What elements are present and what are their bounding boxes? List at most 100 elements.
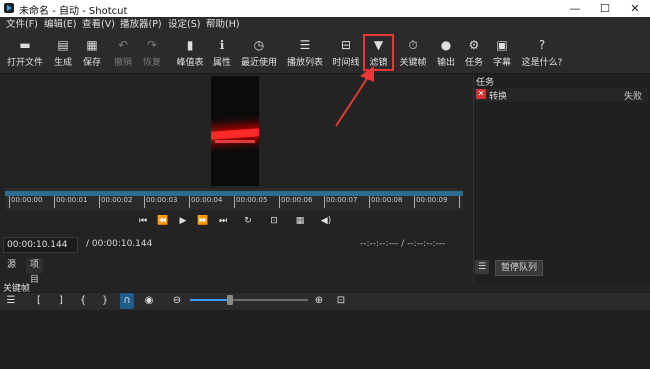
tab-project[interactable]: 项目 <box>26 258 44 285</box>
jobs-menu-button[interactable]: ☰ <box>475 260 489 274</box>
title-bar: 未命名 - 自动 - Shotcut — ☐ ✕ <box>0 0 650 17</box>
redo-icon: ↷ <box>146 38 158 52</box>
recent-label: 最近使用 <box>240 58 277 68</box>
tick-label: 00:00:09 <box>416 196 448 204</box>
shotcut-app-icon <box>4 3 14 13</box>
rewind-icon[interactable]: ⏪ <box>155 212 171 230</box>
keyframes-button[interactable]: ⏱ 关键帧 <box>396 33 430 73</box>
stopwatch-icon: ⏱ <box>408 38 418 52</box>
open-file-button[interactable]: ▬ 打开文件 <box>5 33 45 73</box>
undo-button[interactable]: ↶ 撤销 <box>110 33 136 73</box>
info-icon: ℹ <box>219 38 225 52</box>
video-preview <box>211 76 259 186</box>
window-title: 未命名 - 自动 - Shotcut <box>19 6 128 17</box>
timeline-label: 时间线 <box>332 58 360 68</box>
jobs-button[interactable]: ⚙ 任务 <box>461 33 487 73</box>
skip-previous-icon[interactable]: ⏮ <box>135 212 151 230</box>
zoom-slider[interactable] <box>190 299 308 301</box>
error-icon: ✕ <box>476 89 486 99</box>
whats-this-button[interactable]: ? 这是什么? <box>518 33 566 73</box>
keyframes-toolbar: ☰ [ ] { } ∩ ◉ ⊖ ⊕ ⊡ <box>0 292 650 310</box>
export-icon: ▤ <box>57 38 69 52</box>
menu-file[interactable]: 文件(F) <box>6 18 38 32</box>
minimize-button[interactable]: — <box>560 0 590 17</box>
tab-source[interactable]: 源 <box>3 258 20 273</box>
bracket-left-icon[interactable]: [ <box>32 293 46 309</box>
brace-right-icon[interactable]: } <box>98 293 112 309</box>
eye-scrub-icon[interactable]: ◉ <box>142 293 156 309</box>
tick-label: 00:00:06 <box>281 196 313 204</box>
whats-this-label: 这是什么? <box>521 58 563 68</box>
keyframes-label: 关键帧 <box>399 58 427 68</box>
play-icon[interactable]: ▶ <box>175 212 191 230</box>
output-label: 输出 <box>436 58 455 68</box>
peak-meter-label: 峰值表 <box>176 58 204 68</box>
export-label: 生成 <box>53 58 72 68</box>
magnet-snap-icon[interactable]: ∩ <box>120 293 134 309</box>
tick-label: 00:00:07 <box>326 196 358 204</box>
tick-label: 00:00:05 <box>236 196 268 204</box>
export-button[interactable]: ▤ 生成 <box>50 33 76 73</box>
jobs-panel <box>473 74 650 282</box>
playlist-button[interactable]: ☰ 播放列表 <box>285 33 325 73</box>
duration-text: / 00:00:10.144 <box>86 239 153 249</box>
zoom-out-icon[interactable]: ⊖ <box>170 293 184 309</box>
menu-player[interactable]: 播放器(P) <box>120 18 162 32</box>
bracket-right-icon[interactable]: ] <box>54 293 68 309</box>
grid-icon[interactable]: ▦ <box>292 212 308 230</box>
skip-next-icon[interactable]: ⏭ <box>215 212 231 230</box>
fast-forward-icon[interactable]: ⏩ <box>195 212 211 230</box>
open-file-label: 打开文件 <box>6 58 43 68</box>
save-button[interactable]: ▦ 保存 <box>79 33 105 73</box>
timeline-ruler[interactable]: 00:00:00 00:00:01 00:00:02 00:00:03 00:0… <box>5 188 463 210</box>
properties-button[interactable]: ℹ 属性 <box>209 33 235 73</box>
keyframes-area[interactable] <box>0 310 650 369</box>
subtitles-button[interactable]: ▣ 字幕 <box>489 33 515 73</box>
menu-help[interactable]: 帮助(H) <box>206 18 240 32</box>
tick-label: 00:00:00 <box>11 196 43 204</box>
main-toolbar: ▬ 打开文件 ▤ 生成 ▦ 保存 ↶ 撤销 ↷ 恢复 ▮ 峰值表 ℹ 属性 ◷ 最近使用 ☰ 播放… <box>0 33 650 74</box>
undo-label: 撤销 <box>113 58 132 68</box>
playlist-label: 播放列表 <box>286 58 323 68</box>
in-out-text: --:--:--:--- / --:--:--:--- <box>360 239 446 249</box>
close-button[interactable]: ✕ <box>620 0 650 17</box>
zoom-fit-icon[interactable]: ⊡ <box>266 212 282 230</box>
peak-meter-icon: ▮ <box>186 38 194 52</box>
zoom-slider-handle[interactable] <box>227 295 233 305</box>
tick-label: 00:00:01 <box>56 196 88 204</box>
tick-label: 00:00:02 <box>101 196 133 204</box>
tick-label: 00:00:03 <box>146 196 178 204</box>
timeline-icon: ⊟ <box>340 38 352 52</box>
keyframes-menu-icon[interactable]: ☰ <box>4 293 18 309</box>
menu-bar: 文件(F) 编辑(E) 查看(V) 播放器(P) 设定(S) 帮助(H) <box>0 17 650 33</box>
brace-left-icon[interactable]: { <box>76 293 90 309</box>
transport-controls: ⏮ ⏪ ▶ ⏩ ⏭ ↻ ⊡ ▦ ◀) <box>0 212 472 230</box>
maximize-button[interactable]: ☐ <box>590 0 620 17</box>
menu-view[interactable]: 查看(V) <box>82 18 115 32</box>
properties-label: 属性 <box>212 58 231 68</box>
current-time-field[interactable]: 00:00:10.144 <box>3 237 78 253</box>
save-label: 保存 <box>82 58 101 68</box>
job-status: 失败 <box>624 92 643 102</box>
loop-icon[interactable]: ↻ <box>240 212 256 230</box>
menu-settings[interactable]: 设定(S) <box>168 18 200 32</box>
menu-edit[interactable]: 编辑(E) <box>44 18 76 32</box>
save-icon: ▦ <box>86 38 98 52</box>
job-name: 转换 <box>489 92 508 102</box>
peak-meter-button[interactable]: ▮ 峰值表 <box>174 33 206 73</box>
undo-icon: ↶ <box>117 38 129 52</box>
recent-button[interactable]: ◷ 最近使用 <box>239 33 279 73</box>
pause-queue-button[interactable]: 暂停队列 <box>495 260 543 276</box>
zoom-fit-icon[interactable]: ⊡ <box>334 293 348 309</box>
jobs-label: 任务 <box>464 58 483 68</box>
filters-highlight-box <box>363 34 394 71</box>
subtitle-icon: ▣ <box>496 38 508 52</box>
question-icon: ? <box>538 38 546 52</box>
volume-icon[interactable]: ◀) <box>318 212 334 230</box>
export-output-button[interactable]: ● 输出 <box>433 33 459 73</box>
timeline-button[interactable]: ⊟ 时间线 <box>330 33 362 73</box>
tick-label: 00:00:04 <box>191 196 223 204</box>
zoom-in-icon[interactable]: ⊕ <box>312 293 326 309</box>
clock-icon: ◷ <box>253 38 265 52</box>
redo-button[interactable]: ↷ 恢复 <box>139 33 165 73</box>
